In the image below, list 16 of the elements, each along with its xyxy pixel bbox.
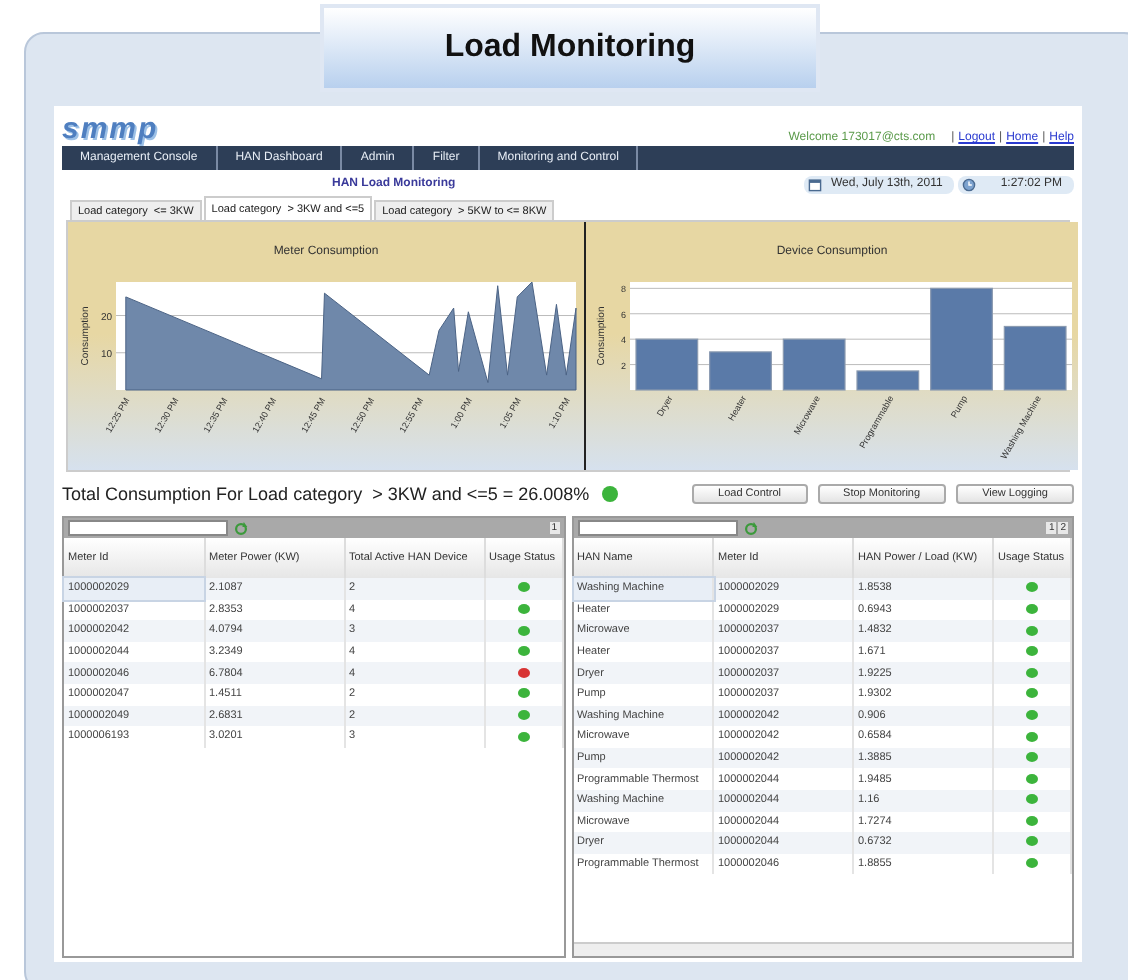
clock-icon — [962, 177, 977, 191]
bar — [930, 287, 993, 391]
bar — [635, 338, 699, 391]
bar — [856, 370, 920, 391]
refresh-icon[interactable] — [743, 521, 757, 535]
scrollbar[interactable] — [573, 942, 1072, 956]
calendar-icon — [808, 177, 823, 191]
bar — [782, 338, 846, 391]
filter-field[interactable] — [577, 520, 737, 536]
slide-title: Load Monitoring — [320, 4, 820, 92]
summary-text: Total Consumption For Load category > 3KW and <=5 = 26.008% — [62, 484, 590, 504]
bar — [1003, 325, 1067, 391]
bar — [709, 351, 772, 391]
filter-field[interactable] — [68, 520, 228, 536]
logo: smmp — [62, 114, 159, 144]
refresh-icon[interactable] — [234, 521, 248, 535]
